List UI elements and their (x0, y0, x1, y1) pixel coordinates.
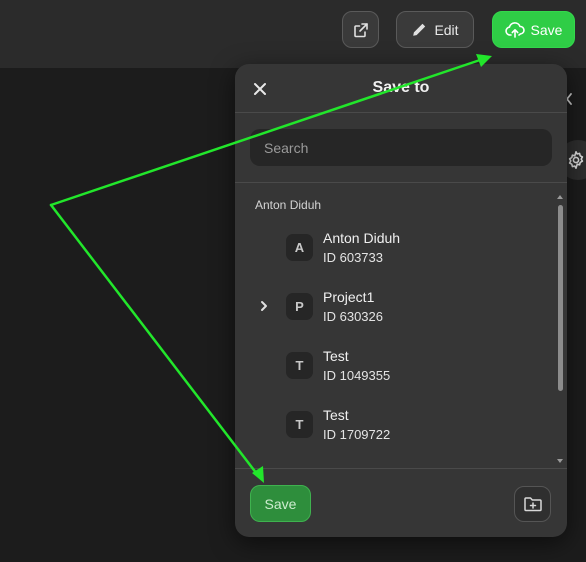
dialog-save-button[interactable]: Save (250, 485, 311, 522)
item-id: ID 1049355 (323, 368, 391, 383)
list-scrollbar[interactable] (556, 193, 564, 466)
arrow-to-dialog-save (49, 203, 259, 476)
top-toolbar: Edit Save (0, 0, 586, 68)
scroll-up-icon[interactable] (556, 193, 564, 201)
item-id: ID 1709722 (323, 427, 391, 442)
list-item[interactable]: P Project1 ID 630326 (235, 283, 553, 342)
list-item[interactable]: T Test ID 1049355 (235, 342, 553, 401)
pencil-icon (413, 23, 426, 36)
chevron-right-icon[interactable] (258, 300, 270, 312)
external-link-icon (353, 22, 368, 37)
scroll-down-icon[interactable] (556, 457, 564, 465)
dialog-title: Save to (372, 79, 430, 96)
save-button-label: Save (530, 21, 563, 38)
search-row (235, 113, 567, 183)
search-input[interactable] (250, 129, 552, 166)
location-list: Anton Diduh A Anton Diduh ID 603733 P Pr… (235, 183, 567, 468)
list-item[interactable]: A Anton Diduh ID 603733 (235, 224, 553, 283)
item-id: ID 603733 (323, 250, 383, 265)
dialog-footer: Save (235, 468, 567, 537)
item-name: Project1 (323, 289, 375, 305)
scroll-thumb[interactable] (558, 205, 563, 391)
dialog-header: Save to (235, 64, 567, 113)
folder-plus-icon (523, 497, 542, 512)
item-id: ID 630326 (323, 309, 383, 324)
section-label: Anton Diduh (255, 198, 322, 212)
cloud-upload-icon (504, 21, 525, 38)
item-avatar: P (286, 293, 313, 320)
save-to-dialog: Save to Anton Diduh A Anton Diduh ID 603… (235, 64, 567, 537)
list-item[interactable]: T Test ID 1709722 (235, 401, 553, 460)
item-name: Test (323, 407, 349, 423)
gear-icon (568, 151, 584, 169)
item-name: Test (323, 348, 349, 364)
item-avatar: A (286, 234, 313, 261)
new-folder-button[interactable] (514, 486, 551, 522)
item-avatar: T (286, 411, 313, 438)
edit-button[interactable]: Edit (396, 11, 474, 48)
list-item-partial[interactable]: Test (235, 460, 553, 468)
save-button[interactable]: Save (492, 11, 575, 48)
item-avatar: T (286, 352, 313, 379)
item-name: Anton Diduh (323, 230, 401, 246)
edit-button-label: Edit (434, 21, 459, 38)
open-external-button[interactable] (342, 11, 379, 48)
